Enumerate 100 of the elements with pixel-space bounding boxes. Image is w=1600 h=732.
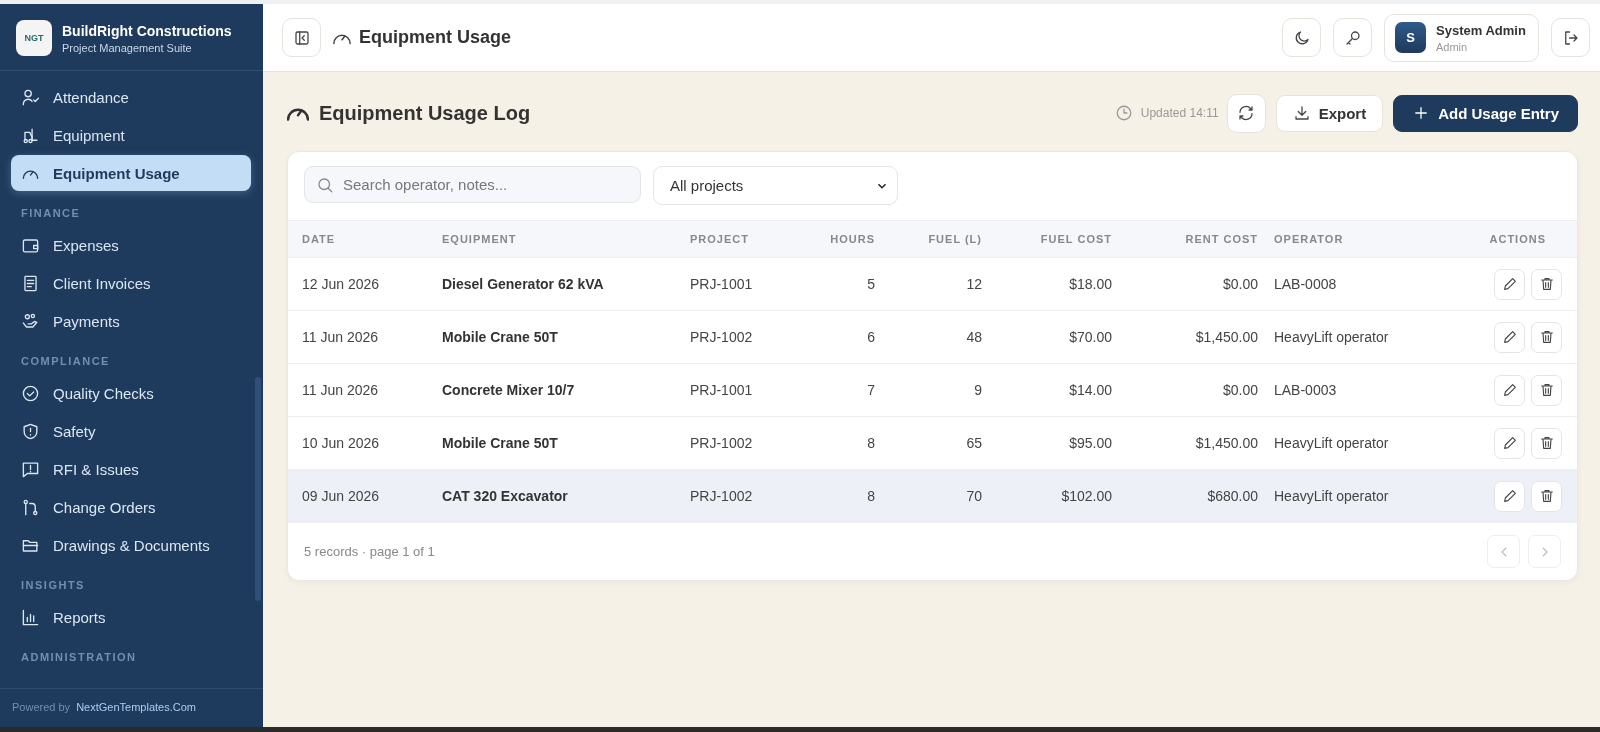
company-name: BuildRight Constructions — [62, 22, 232, 39]
user-menu[interactable]: S System Admin Admin — [1384, 13, 1539, 62]
table-cell-text: 6 — [866, 329, 876, 345]
export-button[interactable]: Export — [1275, 94, 1384, 132]
column-header: RENT COST — [1184, 233, 1259, 245]
delete-button[interactable] — [1531, 321, 1562, 353]
add-usage-entry-button[interactable]: Add Usage Entry — [1393, 94, 1578, 132]
project-dropdown[interactable]: All projects — [653, 166, 898, 205]
table-cell-text: $1,450.00 — [1194, 435, 1259, 451]
powered-by-link[interactable]: NextGenTemplates.Com — [76, 701, 196, 713]
column-header: ACTIONS — [1488, 233, 1547, 245]
table-row[interactable]: 11 Jun 2026 Concrete Mixer 10/7 PRJ-1001 7 9 $14.00 $0.00 LAB-0003 — [288, 364, 1577, 417]
table-cell-text: $95.00 — [1068, 435, 1113, 451]
sidebar-item[interactable]: Expenses — [11, 227, 251, 263]
pencil-icon — [1501, 276, 1518, 292]
table-cell-text: 70 — [965, 488, 983, 504]
column-header: FUEL COST — [1039, 233, 1113, 245]
table-row[interactable]: 11 Jun 2026 Mobile Crane 50T PRJ-1002 6 48 $70.00 $1,450.00 HeavyLift operator — [288, 311, 1577, 364]
sidebar-item[interactable]: Equipment Usage — [11, 155, 251, 191]
avatar: S — [1395, 22, 1426, 53]
refresh-button[interactable] — [1226, 93, 1266, 133]
table-cell-text: 8 — [866, 435, 876, 451]
table-cell-text: $680.00 — [1206, 488, 1259, 504]
table-cell-text: $14.00 — [1068, 382, 1113, 398]
sidebar-toggle-button[interactable] — [282, 18, 321, 57]
pencil-icon — [1501, 329, 1518, 345]
column-header: FUEL (L) — [927, 233, 983, 245]
records-summary: 5 records · page 1 of 1 — [304, 544, 435, 559]
table-cell-text: Concrete Mixer 10/7 — [442, 382, 576, 398]
page-title: Equipment Usage Log — [319, 101, 531, 125]
password-button[interactable] — [1333, 18, 1372, 57]
sidebar-item[interactable]: Drawings & Documents — [11, 527, 251, 563]
table-cell-text: PRJ-1002 — [690, 488, 754, 504]
pencil-icon — [1501, 488, 1518, 504]
table-row[interactable]: 09 Jun 2026 CAT 320 Excavator PRJ-1002 8 70 $102.00 $680.00 HeavyLift operator — [288, 470, 1577, 523]
clock-icon — [1114, 104, 1133, 122]
sidebar-item[interactable]: Safety — [11, 413, 251, 449]
table-cell-text: 10 Jun 2026 — [302, 435, 381, 451]
refresh-icon — [1237, 104, 1256, 122]
trash-icon — [1538, 382, 1555, 398]
table-row[interactable]: 12 Jun 2026 Diesel Generator 62 kVA PRJ-1001 5 12 $18.00 $0.00 LAB-0008 — [288, 258, 1577, 311]
trash-icon — [1538, 435, 1555, 451]
column-header: EQUIPMENT — [442, 233, 518, 245]
edit-button[interactable] — [1494, 480, 1525, 512]
table-cell-text: Diesel Generator 62 kVA — [442, 276, 605, 292]
edit-button[interactable] — [1494, 427, 1525, 459]
table-cell-text: Mobile Crane 50T — [442, 435, 559, 451]
trash-icon — [1538, 488, 1555, 504]
table-cell-text: 8 — [866, 488, 876, 504]
header-title: Equipment Usage — [359, 27, 512, 48]
trash-icon — [1538, 276, 1555, 292]
sidebar-item[interactable]: Payments — [11, 303, 251, 339]
sidebar-item[interactable]: Attendance — [11, 79, 251, 115]
scrollbar-thumb[interactable] — [255, 377, 261, 601]
table-cell-text: 7 — [866, 382, 876, 398]
pencil-icon — [1501, 382, 1518, 398]
nav-section-heading: FINANCE — [20, 206, 82, 221]
bar-chart-icon — [21, 607, 40, 627]
trash-icon — [1538, 329, 1555, 345]
table-cell-text: LAB-0003 — [1274, 382, 1338, 398]
column-header: OPERATOR — [1274, 233, 1345, 245]
edit-button[interactable] — [1494, 321, 1525, 353]
table-cell-text: 12 — [965, 276, 983, 292]
powered-by-text: Powered by — [12, 701, 71, 713]
sidebar-item[interactable]: RFI & Issues — [11, 451, 251, 487]
table-cell-text: $0.00 — [1221, 382, 1259, 398]
search-field[interactable]: Search operator, notes... — [304, 166, 641, 203]
nav-section-heading: ADMINISTRATION — [20, 650, 138, 665]
table-cell-text: PRJ-1001 — [690, 382, 754, 398]
company-logo: NGT — [16, 20, 52, 56]
table-cell-text: $1,450.00 — [1194, 329, 1259, 345]
column-header: PROJECT — [690, 233, 750, 245]
updated-time: Updated 14:11 — [1140, 106, 1219, 120]
logout-button[interactable] — [1551, 18, 1590, 57]
receipt-icon — [21, 273, 40, 293]
sidebar-item[interactable]: Change Orders — [11, 489, 251, 525]
table-cell-text: $18.00 — [1068, 276, 1113, 292]
table-cell-text: 11 Jun 2026 — [302, 329, 380, 345]
company-tagline: Project Management Suite — [62, 41, 193, 54]
badge-check-icon — [21, 383, 40, 403]
table-cell-text: LAB-0008 — [1274, 276, 1338, 292]
table-cell-text: HeavyLift operator — [1274, 488, 1390, 504]
git-branch-icon — [21, 497, 40, 517]
theme-toggle-button[interactable] — [1282, 18, 1321, 57]
table-cell-text: $0.00 — [1221, 276, 1259, 292]
sidebar-item[interactable]: Equipment — [11, 117, 251, 153]
sidebar-item[interactable]: Client Invoices — [11, 265, 251, 301]
sidebar-item[interactable]: Quality Checks — [11, 375, 251, 411]
edit-button[interactable] — [1494, 268, 1525, 300]
search-icon — [316, 176, 334, 194]
delete-button[interactable] — [1531, 268, 1562, 300]
download-icon — [1292, 104, 1311, 122]
nav-section-heading: INSIGHTS — [20, 578, 86, 593]
delete-button[interactable] — [1531, 480, 1562, 512]
table-cell-text: 09 Jun 2026 — [302, 488, 381, 504]
delete-button[interactable] — [1531, 374, 1562, 406]
delete-button[interactable] — [1531, 427, 1562, 459]
table-cell-text: $102.00 — [1060, 488, 1113, 504]
sidebar-item[interactable]: Reports — [11, 599, 251, 635]
edit-button[interactable] — [1494, 374, 1525, 406]
